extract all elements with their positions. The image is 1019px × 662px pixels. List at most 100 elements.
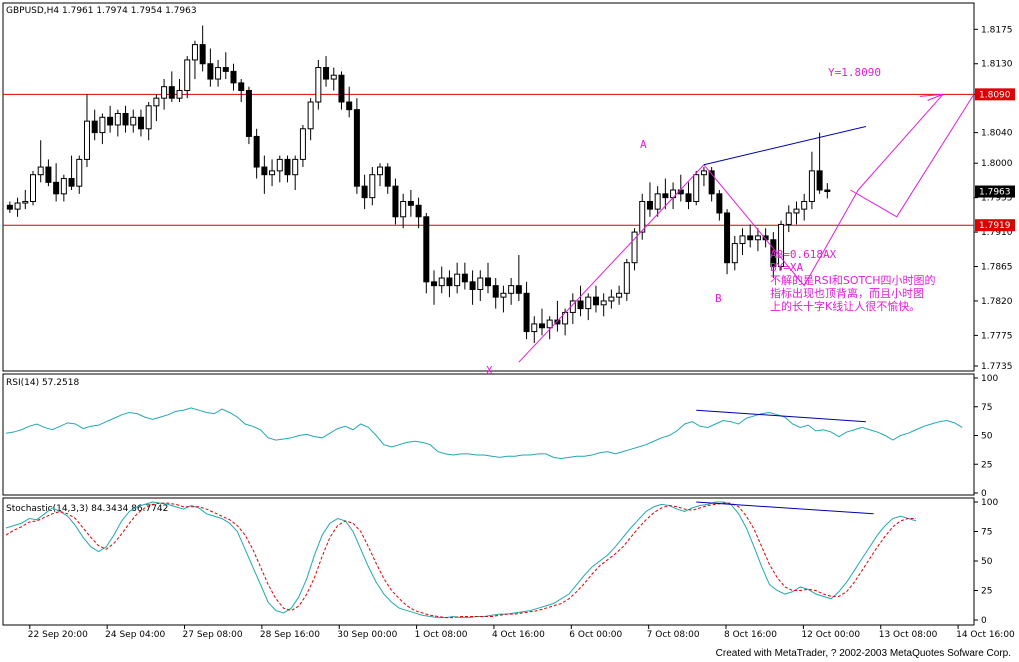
- bear-candle-body: [407, 200, 414, 206]
- bull-candle-body: [739, 235, 746, 245]
- rsi-tick-label: 25: [981, 460, 992, 470]
- bear-candle-body: [492, 285, 499, 298]
- price-axis: 1.81751.81301.80901.80401.80001.79551.79…: [974, 25, 1013, 372]
- bull-candle-body: [307, 101, 314, 130]
- bull-candle-body: [99, 116, 106, 134]
- price-tick-label: 1.8040: [981, 129, 1013, 139]
- rsi-divergence-line: [696, 409, 866, 423]
- bull-candle-body: [500, 292, 507, 298]
- metatrader-chart-window: GBPUSD,H4 1.7961 1.7974 1.7954 1.7963 RS…: [0, 0, 1019, 662]
- bull-candle-body: [731, 243, 738, 264]
- time-tick-label: 7 Oct 08:00: [647, 630, 700, 640]
- bear-candle-body: [592, 296, 599, 306]
- bear-candle-body: [824, 189, 831, 193]
- bear-candle-body: [122, 112, 129, 126]
- bull-candle-body: [369, 174, 376, 199]
- annotation-line-4: 指标出现也顶背离，而且小时图: [770, 286, 924, 300]
- stoch-tick-label: 0: [981, 616, 987, 626]
- bull-candle-body: [176, 90, 183, 99]
- stoch-tick-label: 50: [981, 557, 993, 567]
- price-tick-label: 1.7820: [981, 297, 1013, 307]
- bear-candle-body: [168, 86, 175, 99]
- bull-candle-body: [29, 174, 36, 202]
- bull-candle-body: [623, 262, 630, 294]
- bull-candle-body: [37, 166, 44, 176]
- time-tick-label: 1 Oct 08:00: [415, 630, 468, 640]
- bear-candle-body: [107, 116, 114, 126]
- bear-candle-body: [662, 193, 669, 199]
- annotation-line-5: 上的长十字K线让人很不愉快。: [770, 299, 920, 313]
- bear-candle-body: [6, 204, 13, 210]
- pattern-point-a: A: [640, 138, 647, 151]
- arrow-head: [919, 93, 944, 101]
- bear-candle-body: [346, 101, 353, 111]
- bull-candle-body: [14, 202, 21, 210]
- candlestick-series: [6, 25, 831, 344]
- bull-candle-body: [793, 208, 800, 214]
- stoch-main-line: [5, 501, 917, 619]
- rsi-axis: 1007550250: [974, 374, 998, 499]
- bull-candle-body: [299, 128, 306, 160]
- time-tick-label: 14 Oct 16:00: [956, 630, 1015, 640]
- bear-candle-body: [816, 170, 823, 191]
- annotation-line-2: BY=XA: [770, 261, 803, 274]
- bull-candle-body: [153, 97, 160, 107]
- bull-candle-body: [508, 285, 515, 294]
- resistance-price-tag-label: 1.8090: [979, 90, 1011, 100]
- resistance-price-tag-label: 1.7919: [979, 221, 1011, 231]
- time-tick-label: 6 Oct 00:00: [569, 630, 622, 640]
- bear-candle-body: [392, 185, 399, 218]
- price-panel-title: GBPUSD,H4 1.7961 1.7974 1.7954 1.7963: [6, 6, 197, 16]
- pattern-point-x: X: [486, 364, 493, 377]
- stochastic-series: [5, 501, 917, 619]
- rsi-line: [5, 407, 963, 460]
- pattern-point-b: B: [715, 292, 722, 305]
- annotation-line-1: AB=0.618AX: [770, 248, 837, 261]
- bear-candle-body: [45, 166, 52, 183]
- bull-candle-body: [191, 44, 198, 61]
- footer-bar: Created with MetaTrader, ? 2002-2003 Met…: [0, 645, 1019, 662]
- price-tick-label: 1.8175: [981, 25, 1013, 35]
- rsi-series: [5, 407, 963, 460]
- price-panel-frame: [2, 2, 975, 372]
- bear-candle-body: [253, 135, 260, 168]
- stoch-axis: 100 75 50 25 0: [974, 498, 998, 626]
- bull-candle-body: [477, 277, 484, 290]
- pattern-projection-zigzag: [850, 94, 975, 218]
- bear-candle-body: [230, 70, 237, 84]
- bear-candle-body: [646, 200, 653, 210]
- stoch-tick-label: 75: [981, 528, 992, 538]
- rsi-tick-label: 75: [981, 403, 992, 413]
- bear-candle-body: [137, 116, 144, 130]
- bull-candle-body: [145, 105, 152, 130]
- bear-candle-body: [261, 166, 268, 176]
- bull-candle-body: [754, 235, 761, 241]
- bull-candle-body: [654, 193, 661, 210]
- bull-candle-body: [114, 112, 121, 126]
- annotation-line-3: 不解的是RSI和SOTCH四小时图的: [770, 273, 936, 287]
- bear-candle-body: [245, 90, 252, 137]
- pattern-projection-up: [857, 94, 944, 191]
- bull-candle-body: [438, 277, 445, 287]
- bear-candle-body: [446, 277, 453, 287]
- bear-candle-body: [461, 273, 468, 283]
- bear-candle-body: [577, 300, 584, 310]
- stoch-tick-label: 100: [981, 498, 998, 508]
- bear-candle-body: [469, 281, 476, 290]
- bear-candle-body: [361, 185, 368, 199]
- stoch-tick-label: 25: [981, 587, 992, 597]
- bull-candle-body: [60, 178, 67, 195]
- bear-candle-body: [538, 323, 545, 329]
- bear-candle-body: [515, 285, 522, 294]
- bear-candle-body: [431, 281, 438, 287]
- bull-candle-body: [22, 200, 29, 204]
- bull-candle-body: [808, 170, 815, 202]
- bear-candle-body: [353, 109, 360, 187]
- price-tick-label: 1.7775: [981, 331, 1013, 341]
- time-tick-label: 8 Oct 16:00: [724, 630, 777, 640]
- bull-candle-body: [330, 74, 337, 80]
- bear-candle-body: [222, 67, 229, 72]
- rsi-panel-frame: [2, 373, 975, 496]
- bull-candle-body: [276, 158, 283, 172]
- time-tick-label: 28 Sep 16:00: [260, 630, 320, 640]
